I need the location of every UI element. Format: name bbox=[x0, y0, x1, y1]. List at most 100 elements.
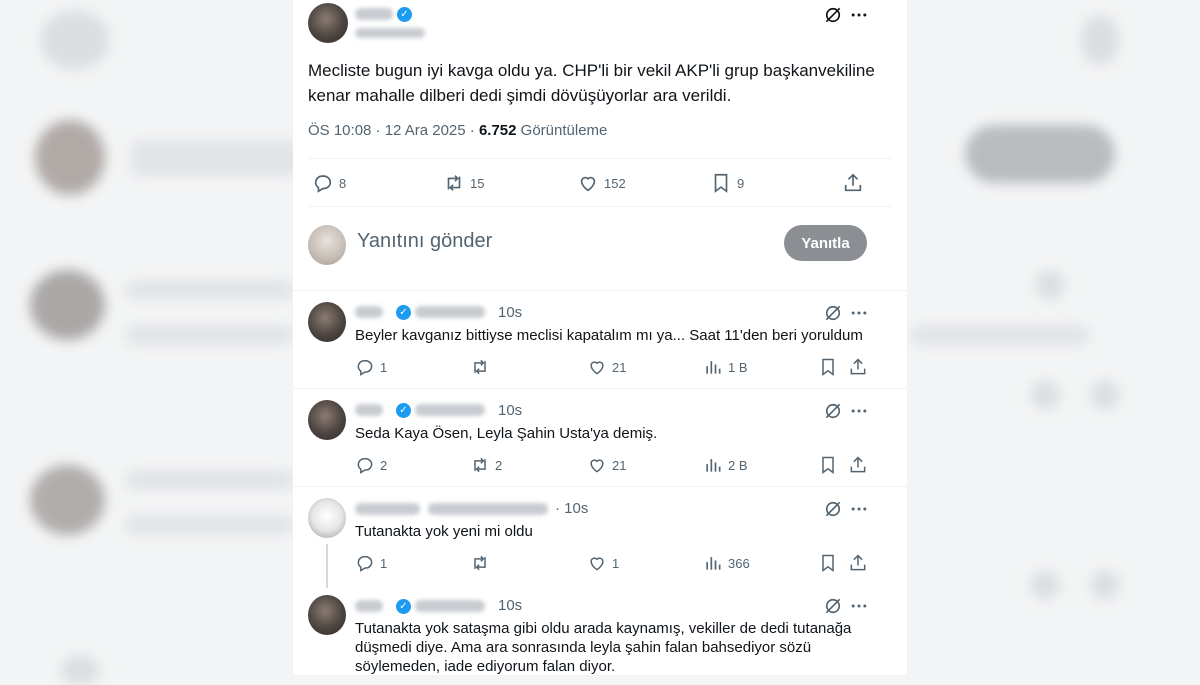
more-icon[interactable] bbox=[849, 401, 869, 421]
reply-avatar[interactable] bbox=[308, 498, 346, 538]
retweet-count: 2 bbox=[495, 457, 503, 473]
bookmark-icon[interactable] bbox=[818, 553, 838, 573]
divider bbox=[308, 158, 892, 159]
like-button[interactable]: 1 bbox=[587, 553, 619, 573]
author-handle-blurred bbox=[355, 28, 425, 38]
share-icon bbox=[844, 173, 862, 192]
reply-time[interactable]: 10s bbox=[498, 304, 522, 321]
like-icon bbox=[590, 361, 604, 375]
grok-icon[interactable] bbox=[823, 401, 843, 421]
reply-time[interactable]: 10s bbox=[498, 402, 522, 419]
more-icon[interactable] bbox=[849, 5, 869, 25]
grok-icon[interactable] bbox=[823, 5, 843, 25]
reply-icon bbox=[357, 555, 373, 572]
reply-button[interactable]: 1 bbox=[355, 553, 387, 573]
reply-count: 1 bbox=[380, 359, 388, 375]
bookmark-count: 9 bbox=[737, 175, 745, 191]
grok-icon[interactable] bbox=[823, 303, 843, 323]
like-count: 152 bbox=[604, 175, 626, 191]
views-icon bbox=[706, 459, 721, 472]
reply-count: 8 bbox=[339, 175, 347, 191]
reply-time[interactable]: · 10s bbox=[555, 500, 588, 517]
like-count: 1 bbox=[612, 555, 620, 571]
like-count: 21 bbox=[612, 457, 627, 473]
grok-icon[interactable] bbox=[823, 596, 843, 616]
verified-icon: ✓ bbox=[396, 305, 411, 320]
view-count: 1 B bbox=[728, 359, 748, 375]
verified-icon: ✓ bbox=[396, 599, 411, 614]
thread-line bbox=[326, 544, 328, 588]
views-button[interactable]: 1 B bbox=[703, 357, 748, 377]
reply-avatar[interactable] bbox=[308, 302, 346, 342]
reply-handle-blurred bbox=[415, 306, 485, 318]
views-icon bbox=[706, 557, 721, 570]
reply-submit-button[interactable]: Yanıtla bbox=[784, 225, 867, 261]
share-icon[interactable] bbox=[848, 455, 868, 475]
reply-avatar[interactable] bbox=[308, 400, 346, 440]
retweet-button[interactable] bbox=[470, 553, 495, 573]
divider bbox=[293, 388, 907, 389]
reply-button[interactable]: 8 bbox=[312, 172, 346, 194]
author-name-blurred bbox=[355, 8, 393, 20]
reply-button[interactable]: 1 bbox=[355, 357, 387, 377]
retweet-button[interactable]: 2 bbox=[470, 455, 502, 475]
reply-author-blurred bbox=[355, 600, 383, 612]
divider bbox=[308, 206, 892, 207]
reply-icon bbox=[314, 175, 332, 193]
tweet-text: Mecliste bugun iyi kavga oldu ya. CHP'li… bbox=[308, 61, 875, 105]
reply-count: 2 bbox=[380, 457, 388, 473]
views-button[interactable]: 2 B bbox=[703, 455, 748, 475]
reply-handle-blurred bbox=[415, 404, 485, 416]
divider bbox=[293, 486, 907, 487]
reply-button[interactable]: 2 bbox=[355, 455, 387, 475]
more-icon[interactable] bbox=[849, 596, 869, 616]
reply-count: 1 bbox=[380, 555, 388, 571]
share-icon[interactable] bbox=[848, 357, 868, 377]
reply-text: Tutanakta yok yeni mi oldu bbox=[355, 523, 533, 540]
divider bbox=[293, 290, 907, 291]
reply-author-blurred bbox=[355, 306, 383, 318]
more-icon[interactable] bbox=[849, 303, 869, 323]
views-count: 6.752 bbox=[478, 122, 517, 139]
grok-icon[interactable] bbox=[823, 499, 843, 519]
tweet-timestamp[interactable]: ÖS 10:08 · 12 Ara 2025 · bbox=[308, 122, 479, 139]
retweet-icon bbox=[474, 457, 486, 473]
reply-avatar[interactable] bbox=[308, 595, 346, 635]
verified-icon: ✓ bbox=[397, 7, 412, 22]
reply-time[interactable]: 10s bbox=[498, 597, 522, 614]
like-button[interactable]: 152 bbox=[577, 172, 626, 194]
retweet-count: 15 bbox=[470, 175, 485, 191]
author-avatar[interactable] bbox=[308, 3, 348, 43]
view-count: 2 B bbox=[728, 457, 748, 473]
like-icon bbox=[590, 557, 604, 571]
tweet-meta: ÖS 10:08 · 12 Ara 2025 · 6.752 Görüntüle… bbox=[308, 122, 607, 139]
retweet-icon bbox=[447, 175, 461, 191]
verified-icon: ✓ bbox=[396, 403, 411, 418]
like-button[interactable]: 21 bbox=[587, 455, 626, 475]
like-button[interactable]: 21 bbox=[587, 357, 626, 377]
retweet-button[interactable]: 15 bbox=[443, 172, 484, 194]
my-avatar bbox=[308, 225, 346, 265]
reply-author-blurred bbox=[355, 503, 420, 515]
bookmark-button[interactable]: 9 bbox=[710, 172, 744, 194]
views-icon bbox=[706, 361, 721, 374]
like-icon bbox=[590, 459, 604, 473]
tweet-detail-panel: ✓ Mecliste bugun iyi kavga oldu ya. CHP'… bbox=[293, 0, 907, 675]
reply-icon bbox=[357, 457, 373, 474]
like-icon bbox=[580, 176, 596, 192]
retweet-icon bbox=[474, 359, 486, 375]
more-icon[interactable] bbox=[849, 499, 869, 519]
reply-handle-blurred bbox=[428, 503, 548, 515]
bookmark-icon bbox=[714, 173, 728, 193]
reply-composer-input[interactable]: Yanıtını gönder bbox=[357, 230, 492, 253]
share-button[interactable] bbox=[842, 172, 864, 194]
retweet-button[interactable] bbox=[470, 357, 495, 377]
bookmark-icon[interactable] bbox=[818, 357, 838, 377]
bookmark-icon[interactable] bbox=[818, 455, 838, 475]
views-button[interactable]: 366 bbox=[703, 553, 750, 573]
reply-text: Tutanakta yok sataşma gibi oldu arada ka… bbox=[355, 620, 852, 675]
reply-text: Beyler kavganız bittiyse meclisi kapatal… bbox=[355, 327, 863, 344]
share-icon[interactable] bbox=[848, 553, 868, 573]
reply-icon bbox=[357, 359, 373, 376]
reply-text: Seda Kaya Ösen, Leyla Şahin Usta'ya demi… bbox=[355, 425, 658, 442]
